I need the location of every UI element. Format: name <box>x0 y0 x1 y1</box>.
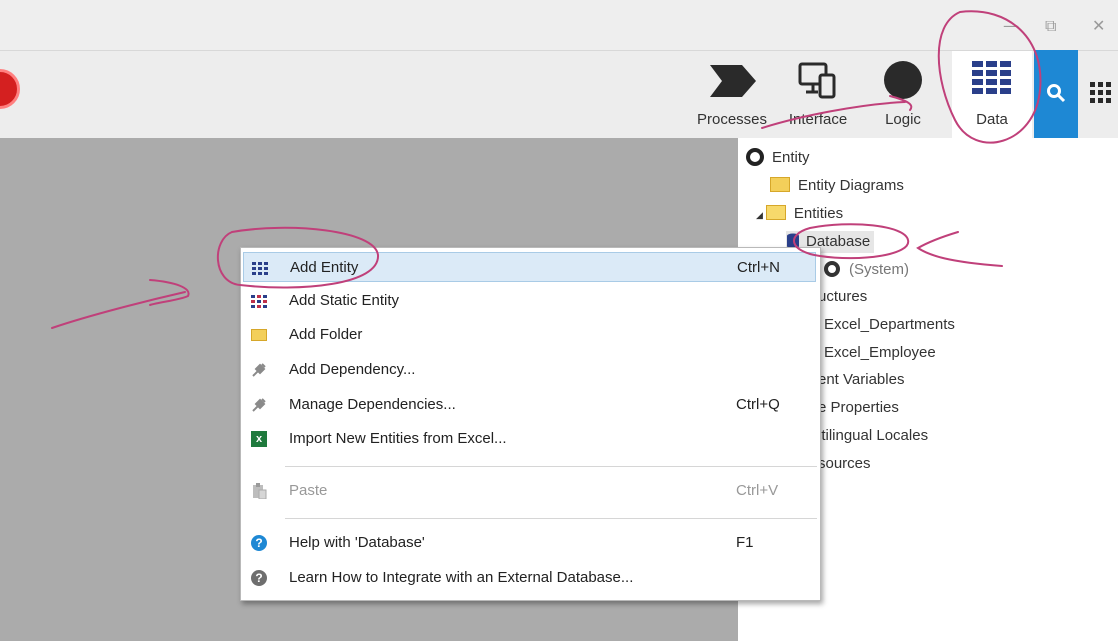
tree-item-excel-employee[interactable]: Excel_Employee <box>824 342 936 364</box>
excel-icon: x <box>251 431 267 447</box>
restore-button[interactable]: ⧉ <box>1045 16 1056 36</box>
menu-item-label: Add Entity <box>290 259 359 276</box>
menu-item-paste[interactable]: Paste Ctrl+V <box>243 476 816 506</box>
static-entity-grid-icon <box>251 295 267 308</box>
tree-item-system[interactable]: (System) <box>824 259 909 281</box>
context-menu: Add Entity Ctrl+N Add Static Entity Add … <box>240 247 821 601</box>
tree-item-label: Entity Diagrams <box>798 177 904 194</box>
menu-item-shortcut: Ctrl+V <box>736 482 779 499</box>
search-icon <box>1047 84 1066 103</box>
tab-label: Logic <box>885 111 921 128</box>
entity-circle-icon <box>824 261 840 277</box>
tree-item-entity[interactable]: Entity <box>746 147 810 169</box>
search-button[interactable] <box>1034 50 1078 138</box>
folder-icon <box>251 329 267 341</box>
tab-label: Processes <box>696 111 768 128</box>
tab-label: Data <box>976 111 1008 128</box>
tab-interface[interactable]: Interface <box>778 51 858 139</box>
menu-item-add-entity[interactable]: Add Entity Ctrl+N <box>243 252 816 282</box>
menu-item-add-folder[interactable]: Add Folder <box>243 320 816 350</box>
minimize-button[interactable]: — <box>1003 16 1019 35</box>
menu-item-label: Add Folder <box>289 326 363 343</box>
menu-item-label: Manage Dependencies... <box>289 396 456 413</box>
tab-logic[interactable]: Logic <box>864 51 942 139</box>
menu-item-add-dependency[interactable]: Add Dependency... <box>243 355 816 385</box>
tree-item-entity-diagrams[interactable]: Entity Diagrams <box>770 175 904 197</box>
menu-separator <box>285 466 817 467</box>
tree-item-label: ent Variables <box>818 371 905 388</box>
menu-item-shortcut: F1 <box>736 534 754 551</box>
menu-item-shortcut: Ctrl+Q <box>736 396 780 413</box>
close-button[interactable]: ✕ <box>1092 16 1105 35</box>
menu-item-label: Import New Entities from Excel... <box>289 430 507 447</box>
menu-item-learn-external-db[interactable]: ? Learn How to Integrate with an Externa… <box>243 563 816 593</box>
menu-item-label: Help with 'Database' <box>289 534 425 551</box>
menu-item-label: Add Static Entity <box>289 292 400 309</box>
interface-devices-icon <box>798 62 836 99</box>
help-dark-icon: ? <box>251 570 267 586</box>
tree-item-label: ltilingual Locales <box>818 427 929 444</box>
menu-item-label: Paste <box>289 482 328 499</box>
tab-label: Interface <box>788 111 848 128</box>
tree-item-label: Entities <box>793 205 844 222</box>
collapse-triangle-icon[interactable]: ◢ <box>756 210 763 220</box>
menu-item-shortcut: Ctrl+N <box>737 259 780 276</box>
processes-chevron-icon <box>710 65 756 97</box>
main-toolbar: Processes Interface Logic Data <box>0 50 1118 139</box>
tree-item-label: e Properties <box>818 399 899 416</box>
menu-item-import-excel[interactable]: x Import New Entities from Excel... <box>243 424 816 454</box>
help-icon: ? <box>251 535 267 551</box>
app-logo-icon <box>0 69 20 109</box>
tree-item-entities[interactable]: ◢ Entities <box>756 203 843 225</box>
tree-item-label: (System) <box>849 261 909 278</box>
tree-item-excel-departments[interactable]: Excel_Departments <box>824 314 955 336</box>
tree-item-multilingual-locales[interactable]: ltilingual Locales <box>818 425 928 447</box>
menu-separator <box>285 518 817 519</box>
tree-item-label: Excel_Employee <box>824 344 936 361</box>
tree-item-client-variables[interactable]: ent Variables <box>818 369 904 391</box>
tree-item-resources[interactable]: sources <box>818 453 871 475</box>
apps-grid-icon[interactable] <box>1090 82 1112 104</box>
entity-grid-icon <box>252 262 268 275</box>
menu-item-label: Learn How to Integrate with an External … <box>289 569 634 586</box>
plug-icon <box>252 398 266 412</box>
menu-item-label: Add Dependency... <box>289 361 416 378</box>
menu-item-help-database[interactable]: ? Help with 'Database' F1 <box>243 528 816 558</box>
open-folder-icon <box>765 205 786 220</box>
tab-data[interactable]: Data <box>952 51 1032 139</box>
tab-processes[interactable]: Processes <box>692 51 772 139</box>
title-bar: — ⧉ ✕ <box>0 0 1118 50</box>
tree-item-structures[interactable]: uctures <box>818 286 867 308</box>
tree-item-label: Excel_Departments <box>824 316 955 333</box>
plug-icon <box>252 363 266 377</box>
menu-item-manage-dependencies[interactable]: Manage Dependencies... Ctrl+Q <box>243 390 816 420</box>
entity-circle-icon <box>746 148 764 166</box>
paste-icon <box>253 483 267 499</box>
tree-item-site-properties[interactable]: e Properties <box>818 397 899 419</box>
tree-item-label: sources <box>818 455 871 472</box>
tree-item-label: uctures <box>818 288 868 305</box>
menu-item-add-static-entity[interactable]: Add Static Entity <box>243 286 816 316</box>
data-grid-icon <box>972 61 1011 94</box>
logic-circle-icon <box>884 61 922 99</box>
tree-item-label: Entity <box>772 149 810 166</box>
folder-icon <box>770 177 790 192</box>
